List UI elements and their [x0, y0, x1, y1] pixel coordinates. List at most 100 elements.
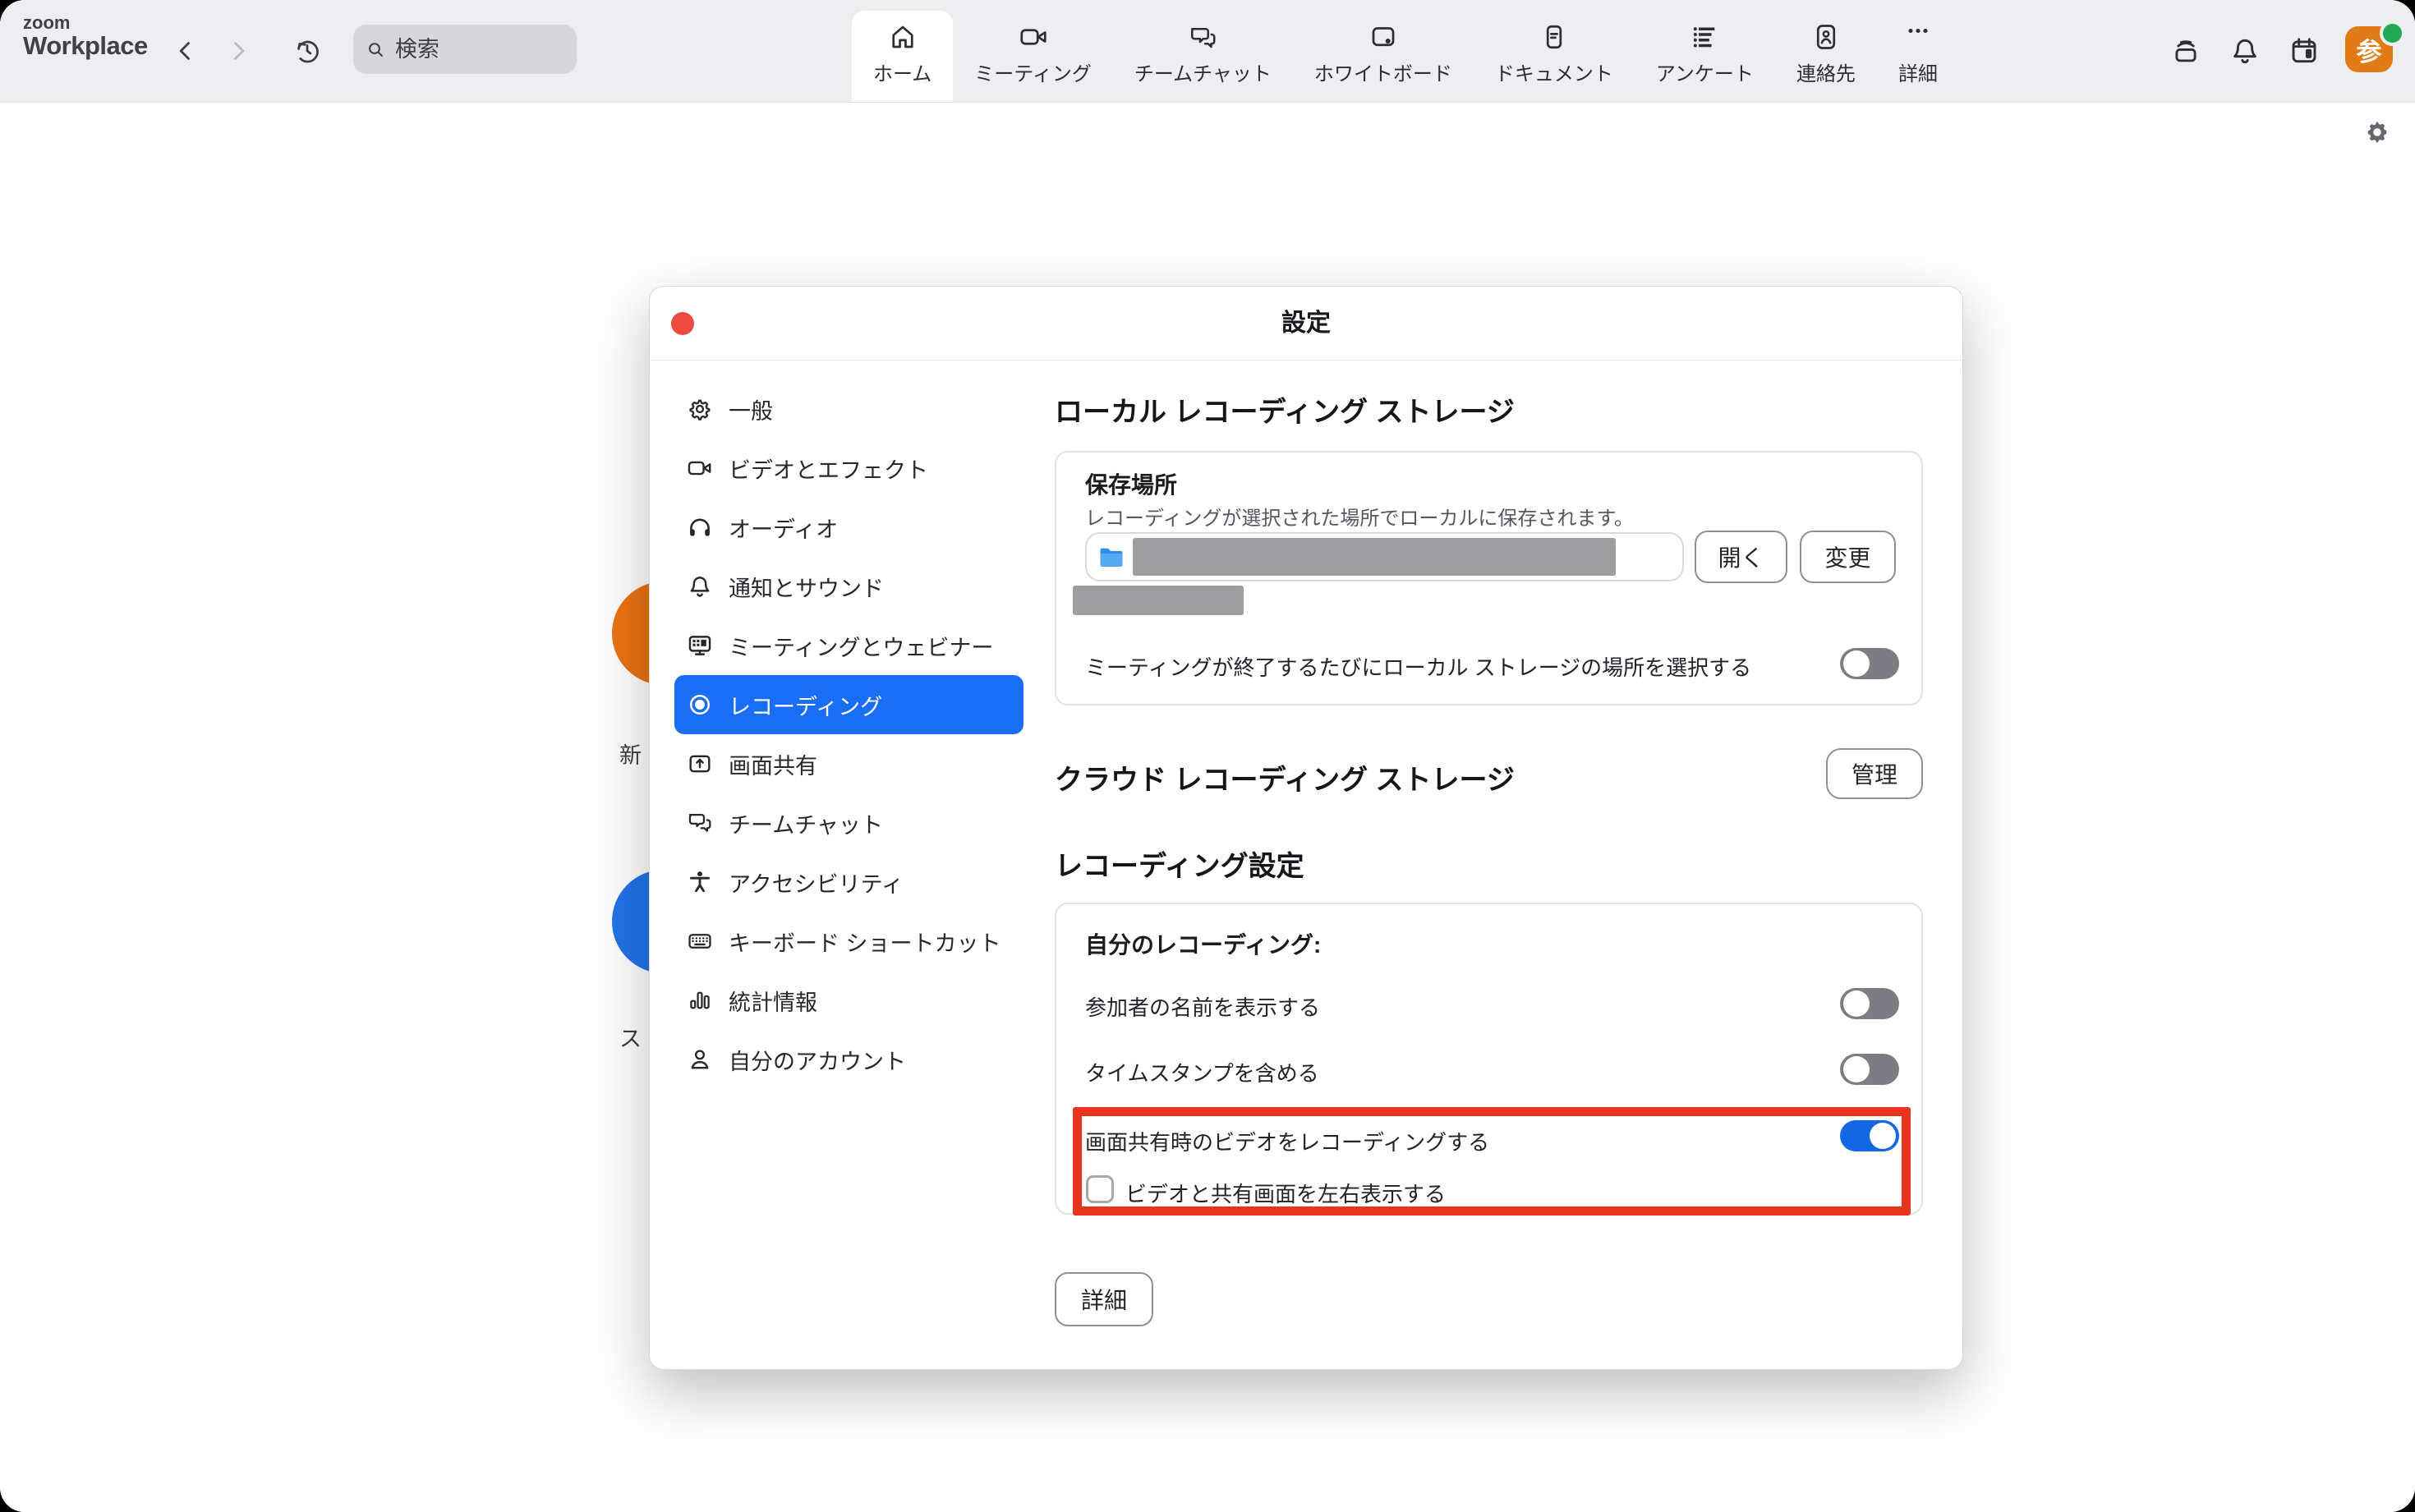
include-timestamp-toggle[interactable] — [1840, 1054, 1899, 1085]
cast-icon — [2170, 35, 2201, 67]
tab-whiteboard[interactable]: ホワイトボード — [1293, 11, 1474, 102]
logo-zoom-text: zoom — [23, 13, 148, 33]
open-button[interactable]: 開く — [1695, 531, 1787, 583]
video-icon — [686, 454, 714, 482]
sidebar-item-label: 統計情報 — [729, 985, 817, 1017]
tab-surveys[interactable]: アンケート — [1635, 11, 1775, 102]
include-timestamp-label: タイムスタンプを含める — [1085, 1057, 1319, 1087]
sidebar-item-statistics[interactable]: 統計情報 — [674, 971, 1024, 1030]
docs-icon — [1539, 22, 1569, 52]
side-by-side-checkbox[interactable] — [1086, 1175, 1114, 1203]
manage-button[interactable]: 管理 — [1826, 748, 1923, 799]
forward-button[interactable] — [220, 33, 256, 69]
calendar-button[interactable] — [2288, 35, 2320, 67]
sidebar-item-label: 一般 — [729, 393, 773, 425]
toggle-knob — [1843, 990, 1870, 1017]
redacted-path-text — [1133, 538, 1616, 576]
tab-label: チームチャット — [1134, 57, 1272, 86]
main-nav-tabs: ホーム ミーティング チームチャット ホワイトボード ドキュメント アンケート — [852, 0, 1959, 102]
tab-label: ドキュメント — [1495, 57, 1613, 86]
bell-icon — [686, 572, 714, 600]
top-bar: zoom Workplace ホーム — [0, 0, 2415, 102]
sidebar-item-meetings-webinars[interactable]: ミーティングとウェビナー — [674, 616, 1024, 675]
sidebar-item-label: 画面共有 — [729, 748, 817, 780]
choose-location-label: ミーティングが終了するたびにローカル ストレージの場所を選択する — [1085, 651, 1751, 682]
logo-workplace-text: Workplace — [23, 33, 148, 59]
tab-more[interactable]: 詳細 — [1877, 11, 1959, 102]
record-video-during-share-label: 画面共有時のビデオをレコーディングする — [1085, 1126, 1489, 1156]
sidebar-item-label: レコーディング — [729, 689, 882, 721]
share-screen-button[interactable] — [2170, 35, 2201, 67]
history-icon — [292, 36, 322, 66]
sidebar-item-keyboard-shortcuts[interactable]: キーボード ショートカット — [674, 912, 1024, 971]
sidebar-item-label: 自分のアカウント — [729, 1044, 906, 1076]
chevron-right-icon — [227, 39, 250, 62]
recording-settings-card: 自分のレコーディング: 参加者の名前を表示する タイムスタンプを含める 画面共有… — [1055, 903, 1923, 1215]
sidebar-item-accessibility[interactable]: アクセシビリティ — [674, 853, 1024, 912]
cloud-recording-storage-heading: クラウド レコーディング ストレージ — [1055, 757, 1515, 797]
change-button[interactable]: 変更 — [1800, 531, 1896, 583]
app-window: 新 ス zoom Workplace — [0, 0, 2415, 1512]
tab-label: ホワイトボード — [1314, 57, 1452, 86]
search-icon — [366, 39, 385, 61]
new-meeting-label: 新 — [619, 738, 642, 770]
sidebar-item-screen-share[interactable]: 画面共有 — [674, 734, 1024, 793]
tab-team-chat[interactable]: チームチャット — [1113, 11, 1293, 102]
sidebar-item-my-account[interactable]: 自分のアカウント — [674, 1030, 1024, 1089]
tab-contacts[interactable]: 連絡先 — [1775, 11, 1877, 102]
save-location-label: 保存場所 — [1085, 467, 1177, 500]
team-chat-icon — [1188, 22, 1217, 52]
search-box[interactable] — [353, 25, 577, 74]
share-screen-icon — [686, 750, 714, 778]
more-dots-icon — [1903, 22, 1933, 52]
home-settings-gear-button[interactable] — [2365, 120, 2390, 145]
notifications-button[interactable] — [2229, 35, 2261, 67]
my-recordings-label: 自分のレコーディング: — [1085, 927, 1321, 960]
meetings-icon — [1019, 22, 1048, 52]
settings-dialog: 設定 一般 ビデオとエフェクト オーディオ 通知とサウンド ミーティング — [649, 286, 1963, 1370]
advanced-button[interactable]: 詳細 — [1055, 1272, 1153, 1326]
chevron-left-icon — [174, 39, 197, 62]
sidebar-item-team-chat[interactable]: チームチャット — [674, 793, 1024, 853]
tab-label: 連絡先 — [1796, 57, 1856, 86]
whiteboard-icon — [1368, 22, 1398, 52]
tab-home[interactable]: ホーム — [852, 11, 953, 102]
sidebar-item-general[interactable]: 一般 — [674, 379, 1024, 439]
monitor-grid-icon — [686, 632, 714, 659]
recording-path-field[interactable] — [1085, 532, 1684, 581]
sidebar-item-recording[interactable]: レコーディング — [674, 675, 1024, 734]
bell-icon — [2229, 35, 2261, 67]
tab-label: ミーティング — [974, 57, 1092, 86]
person-icon — [686, 1046, 714, 1073]
headphones-icon — [686, 513, 714, 541]
tab-meetings[interactable]: ミーティング — [953, 11, 1113, 102]
sidebar-item-notifications-sounds[interactable]: 通知とサウンド — [674, 557, 1024, 616]
home-icon — [888, 22, 918, 52]
sidebar-item-video-effects[interactable]: ビデオとエフェクト — [674, 439, 1024, 498]
side-by-side-label: ビデオと共有画面を左右表示する — [1125, 1178, 1446, 1208]
search-input[interactable] — [393, 36, 564, 63]
sidebar-item-label: ビデオとエフェクト — [729, 453, 928, 485]
sidebar-item-label: チームチャット — [729, 807, 883, 839]
schedule-label: ス — [619, 1021, 642, 1053]
tab-docs[interactable]: ドキュメント — [1474, 11, 1635, 102]
record-video-during-share-toggle[interactable] — [1840, 1120, 1899, 1151]
change-button-label: 変更 — [1824, 540, 1870, 573]
sidebar-item-label: ミーティングとウェビナー — [729, 630, 993, 662]
record-icon — [686, 691, 714, 719]
back-button[interactable] — [168, 33, 204, 69]
avatar-initial: 参 — [2357, 31, 2382, 68]
sidebar-item-audio[interactable]: オーディオ — [674, 498, 1024, 557]
local-recording-storage-heading: ローカル レコーディング ストレージ — [1055, 389, 1515, 430]
show-participant-names-toggle[interactable] — [1840, 988, 1899, 1019]
tab-label: 詳細 — [1898, 57, 1938, 86]
history-button[interactable] — [289, 33, 325, 69]
choose-location-toggle[interactable] — [1840, 648, 1899, 679]
advanced-button-label: 詳細 — [1081, 1283, 1127, 1316]
sidebar-item-label: キーボード ショートカット — [729, 926, 1001, 958]
settings-sidebar: 一般 ビデオとエフェクト オーディオ 通知とサウンド ミーティングとウェビナー … — [674, 379, 1024, 1089]
settings-main-pane: ローカル レコーディング ストレージ 保存場所 レコーディングが選択された場所で… — [1055, 287, 1923, 1369]
presence-status-dot — [2380, 21, 2405, 46]
contacts-icon — [1811, 22, 1841, 52]
tab-label: アンケート — [1656, 57, 1754, 86]
